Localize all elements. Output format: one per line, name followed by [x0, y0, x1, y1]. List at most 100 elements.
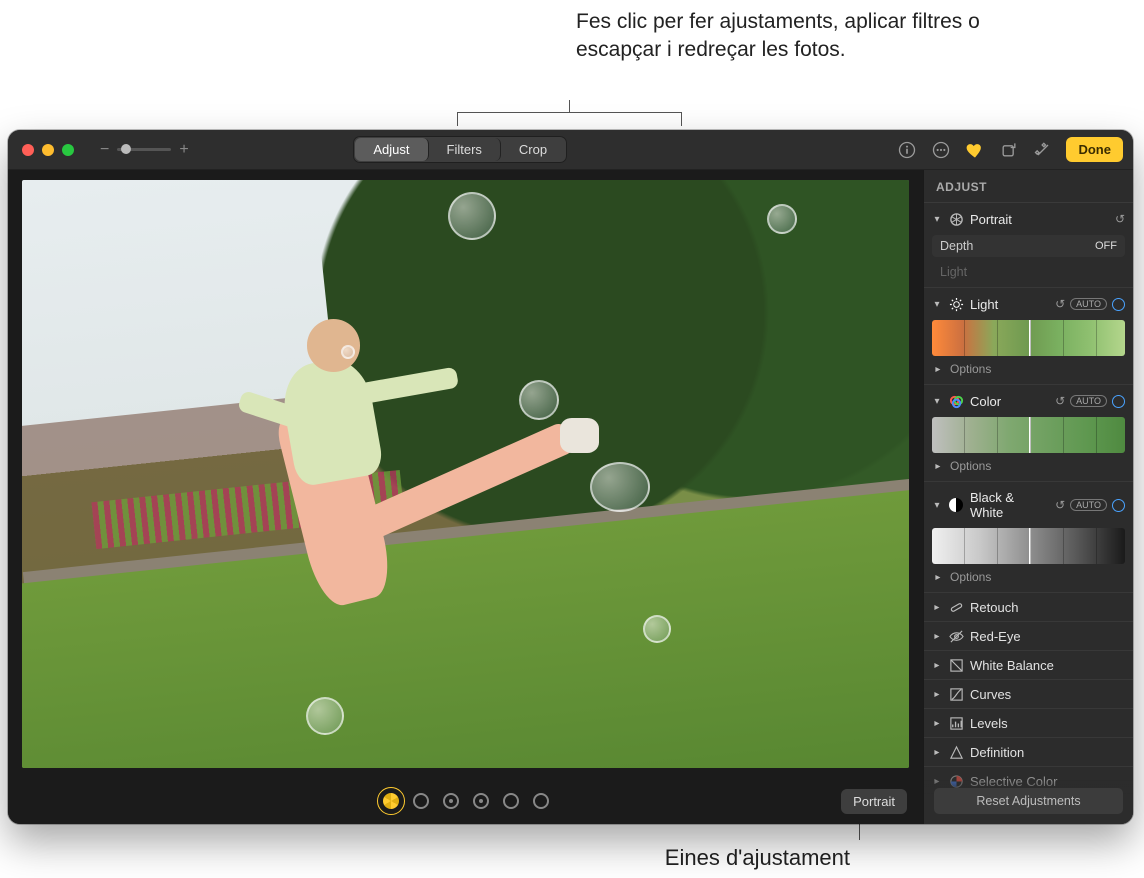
auto-enhance-icon[interactable] — [1032, 139, 1054, 161]
section-retouch[interactable]: ▾ Retouch — [924, 593, 1133, 622]
enable-color-toggle[interactable] — [1112, 395, 1125, 408]
section-redeye-title: Red-Eye — [970, 629, 1125, 644]
lighting-highkey-mono[interactable] — [533, 793, 549, 809]
section-bw-header[interactable]: ▾ Black & White ↺ AUTO — [932, 488, 1125, 522]
sidebar-scroll[interactable]: ▾ Portrait ↺ Depth OFF Light — [924, 203, 1133, 824]
chevron-down-icon: ▾ — [932, 299, 942, 310]
section-color-title: Color — [970, 394, 1049, 409]
chevron-right-icon: ▾ — [932, 631, 943, 641]
more-icon[interactable] — [930, 139, 952, 161]
photo-preview[interactable] — [22, 180, 909, 768]
light-options-row[interactable]: ▾ Options — [932, 358, 1125, 376]
window-minimize[interactable] — [42, 144, 54, 156]
lighting-contour[interactable] — [443, 793, 459, 809]
annotation-bottom: Eines d'ajustament — [640, 843, 850, 873]
chevron-right-icon: ▾ — [933, 364, 944, 374]
enable-bw-toggle[interactable] — [1112, 499, 1125, 512]
section-definition[interactable]: ▾ Definition — [924, 738, 1133, 767]
zoom-slider[interactable]: − + — [100, 141, 189, 159]
portrait-depth-row[interactable]: Depth OFF — [932, 235, 1125, 257]
reset-color-icon[interactable]: ↺ — [1055, 394, 1065, 408]
window-controls — [18, 144, 74, 156]
reset-adjustments-button[interactable]: Reset Adjustments — [934, 788, 1123, 814]
section-levels-title: Levels — [970, 716, 1125, 731]
section-curves[interactable]: ▾ Curves — [924, 680, 1133, 709]
reset-bw-icon[interactable]: ↺ — [1055, 498, 1065, 512]
photos-edit-window: − + Adjust Filters Crop Do — [8, 130, 1133, 824]
enable-light-toggle[interactable] — [1112, 298, 1125, 311]
edit-mode-segmented-control: Adjust Filters Crop — [353, 136, 567, 163]
lighting-stage-mono[interactable] — [503, 793, 519, 809]
light-slider-strip[interactable] — [932, 320, 1125, 356]
sidebar-header: ADJUST — [924, 170, 1133, 203]
lighting-natural[interactable] — [383, 793, 399, 809]
tab-adjust[interactable]: Adjust — [355, 138, 428, 161]
lighting-options — [383, 793, 549, 809]
section-whitebalance-title: White Balance — [970, 658, 1125, 673]
canvas-area: Portrait — [8, 170, 923, 824]
reset-portrait-icon[interactable]: ↺ — [1115, 212, 1125, 226]
lighting-studio[interactable] — [413, 793, 429, 809]
depth-label: Depth — [940, 239, 973, 253]
portrait-aperture-icon — [948, 211, 964, 227]
section-curves-title: Curves — [970, 687, 1125, 702]
section-levels[interactable]: ▾ Levels — [924, 709, 1133, 738]
chevron-right-icon: ▾ — [932, 747, 943, 757]
zoom-track[interactable] — [117, 148, 171, 151]
annotation-line — [457, 112, 458, 126]
portrait-badge-button[interactable]: Portrait — [841, 789, 907, 814]
color-options-row[interactable]: ▾ Options — [932, 455, 1125, 473]
chevron-down-icon: ▾ — [932, 500, 942, 511]
section-color: ▾ Color ↺ AUTO ▾ Opti — [924, 385, 1133, 482]
sidebar-footer: Reset Adjustments — [924, 780, 1133, 824]
done-button[interactable]: Done — [1066, 137, 1123, 162]
annotation-line — [681, 112, 682, 126]
section-portrait: ▾ Portrait ↺ Depth OFF Light — [924, 203, 1133, 288]
color-options-label: Options — [950, 459, 991, 473]
auto-light-button[interactable]: AUTO — [1070, 298, 1107, 310]
section-definition-title: Definition — [970, 745, 1125, 760]
chevron-down-icon: ▾ — [932, 396, 942, 407]
auto-bw-button[interactable]: AUTO — [1070, 499, 1107, 511]
content-area: Portrait ADJUST ▾ Portrait ↺ — [8, 170, 1133, 824]
info-icon[interactable] — [896, 139, 918, 161]
tab-filters[interactable]: Filters — [429, 138, 501, 161]
chevron-down-icon: ▾ — [932, 214, 942, 225]
light-options-label: Options — [950, 362, 991, 376]
section-light-title: Light — [970, 297, 1049, 312]
color-slider-strip[interactable] — [932, 417, 1125, 453]
bw-options-row[interactable]: ▾ Options — [932, 566, 1125, 584]
section-color-header[interactable]: ▾ Color ↺ AUTO — [932, 391, 1125, 411]
depth-value: OFF — [1095, 240, 1117, 252]
reset-light-icon[interactable]: ↺ — [1055, 297, 1065, 311]
section-light-header[interactable]: ▾ Light ↺ AUTO — [932, 294, 1125, 314]
window-fullscreen[interactable] — [62, 144, 74, 156]
section-redeye[interactable]: ▾ Red-Eye — [924, 622, 1133, 651]
window-close[interactable] — [22, 144, 34, 156]
chevron-right-icon: ▾ — [932, 689, 943, 699]
color-rings-icon — [948, 393, 964, 409]
adjust-sidebar: ADJUST ▾ Portrait ↺ Depth OFF — [923, 170, 1133, 824]
curves-icon — [948, 686, 964, 702]
section-retouch-title: Retouch — [970, 600, 1125, 615]
section-whitebalance[interactable]: ▾ White Balance — [924, 651, 1133, 680]
bw-icon — [948, 497, 964, 513]
lighting-stage[interactable] — [473, 793, 489, 809]
annotation-top: Fes clic per fer ajustaments, aplicar fi… — [576, 8, 1006, 65]
auto-color-button[interactable]: AUTO — [1070, 395, 1107, 407]
portrait-light-row: Light — [932, 261, 1125, 279]
favorite-icon[interactable] — [964, 139, 986, 161]
tab-crop[interactable]: Crop — [501, 138, 565, 161]
levels-icon — [948, 715, 964, 731]
chevron-right-icon: ▾ — [933, 461, 944, 471]
chevron-right-icon: ▾ — [932, 718, 943, 728]
bw-slider-strip[interactable] — [932, 528, 1125, 564]
definition-icon — [948, 744, 964, 760]
eye-icon — [948, 628, 964, 644]
section-bw-title: Black & White — [970, 490, 1049, 520]
rotate-icon[interactable] — [998, 139, 1020, 161]
zoom-thumb[interactable] — [121, 144, 131, 154]
section-portrait-header[interactable]: ▾ Portrait ↺ — [932, 209, 1125, 229]
zoom-in-icon: + — [179, 141, 188, 159]
portrait-lighting-bar: Portrait — [8, 778, 923, 824]
